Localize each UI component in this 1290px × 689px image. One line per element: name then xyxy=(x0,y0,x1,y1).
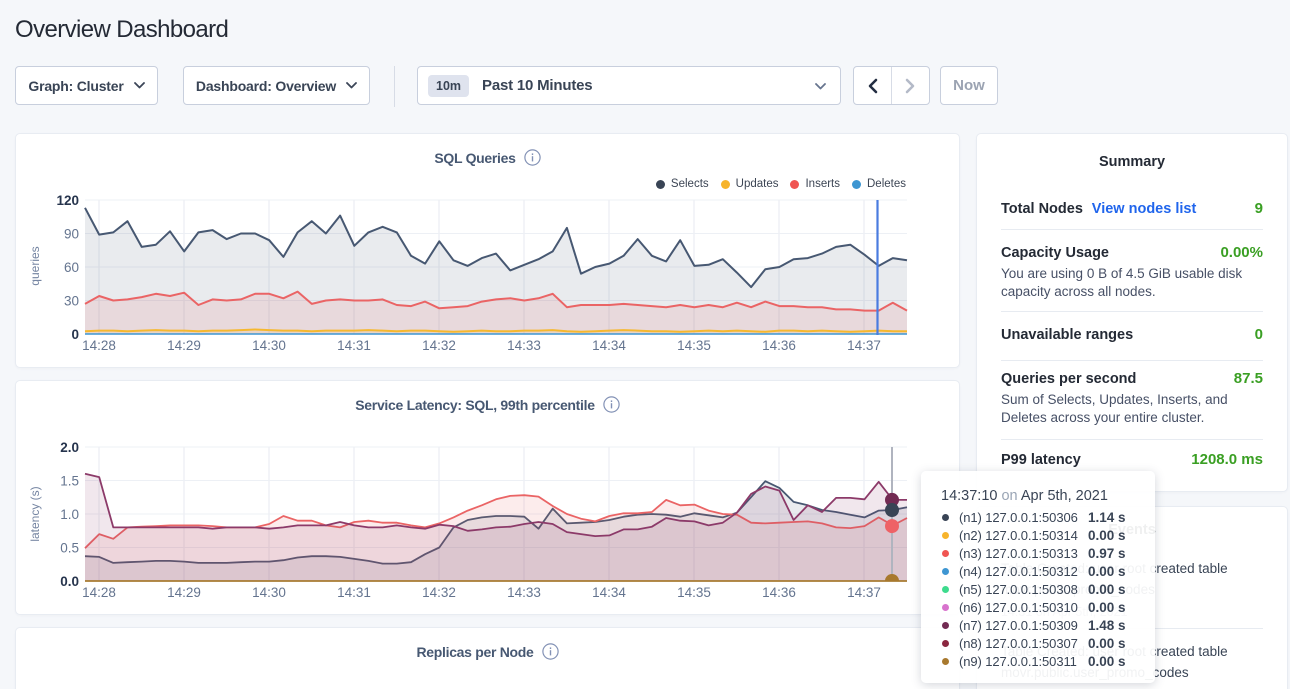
svg-text:14:29: 14:29 xyxy=(167,338,201,353)
svg-text:30: 30 xyxy=(64,294,79,309)
svg-text:14:30: 14:30 xyxy=(252,585,286,600)
svg-text:14:32: 14:32 xyxy=(422,585,456,600)
svg-text:0: 0 xyxy=(71,327,79,342)
svg-text:0.0: 0.0 xyxy=(60,574,79,589)
svg-text:14:36: 14:36 xyxy=(762,585,796,600)
svg-text:1.5: 1.5 xyxy=(60,474,79,489)
svg-text:14:33: 14:33 xyxy=(507,338,541,353)
svg-text:latency (s): latency (s) xyxy=(28,486,42,541)
svg-text:14:35: 14:35 xyxy=(677,338,711,353)
svg-text:14:36: 14:36 xyxy=(762,338,796,353)
svg-text:14:33: 14:33 xyxy=(507,585,541,600)
svg-text:14:34: 14:34 xyxy=(592,338,626,353)
svg-text:14:31: 14:31 xyxy=(337,338,371,353)
svg-text:14:34: 14:34 xyxy=(592,585,626,600)
svg-text:14:29: 14:29 xyxy=(167,585,201,600)
svg-text:14:28: 14:28 xyxy=(82,338,116,353)
svg-text:1.0: 1.0 xyxy=(60,507,79,522)
svg-text:14:30: 14:30 xyxy=(252,338,286,353)
svg-text:14:28: 14:28 xyxy=(82,585,116,600)
svg-text:14:37: 14:37 xyxy=(847,585,881,600)
svg-text:14:35: 14:35 xyxy=(677,585,711,600)
svg-text:queries: queries xyxy=(28,246,42,285)
svg-text:60: 60 xyxy=(64,260,79,275)
svg-text:0.5: 0.5 xyxy=(60,541,79,556)
svg-text:90: 90 xyxy=(64,227,79,242)
svg-text:120: 120 xyxy=(56,193,79,208)
svg-text:14:31: 14:31 xyxy=(337,585,371,600)
svg-text:2.0: 2.0 xyxy=(60,440,79,455)
svg-text:14:32: 14:32 xyxy=(422,338,456,353)
svg-text:14:37: 14:37 xyxy=(847,338,881,353)
